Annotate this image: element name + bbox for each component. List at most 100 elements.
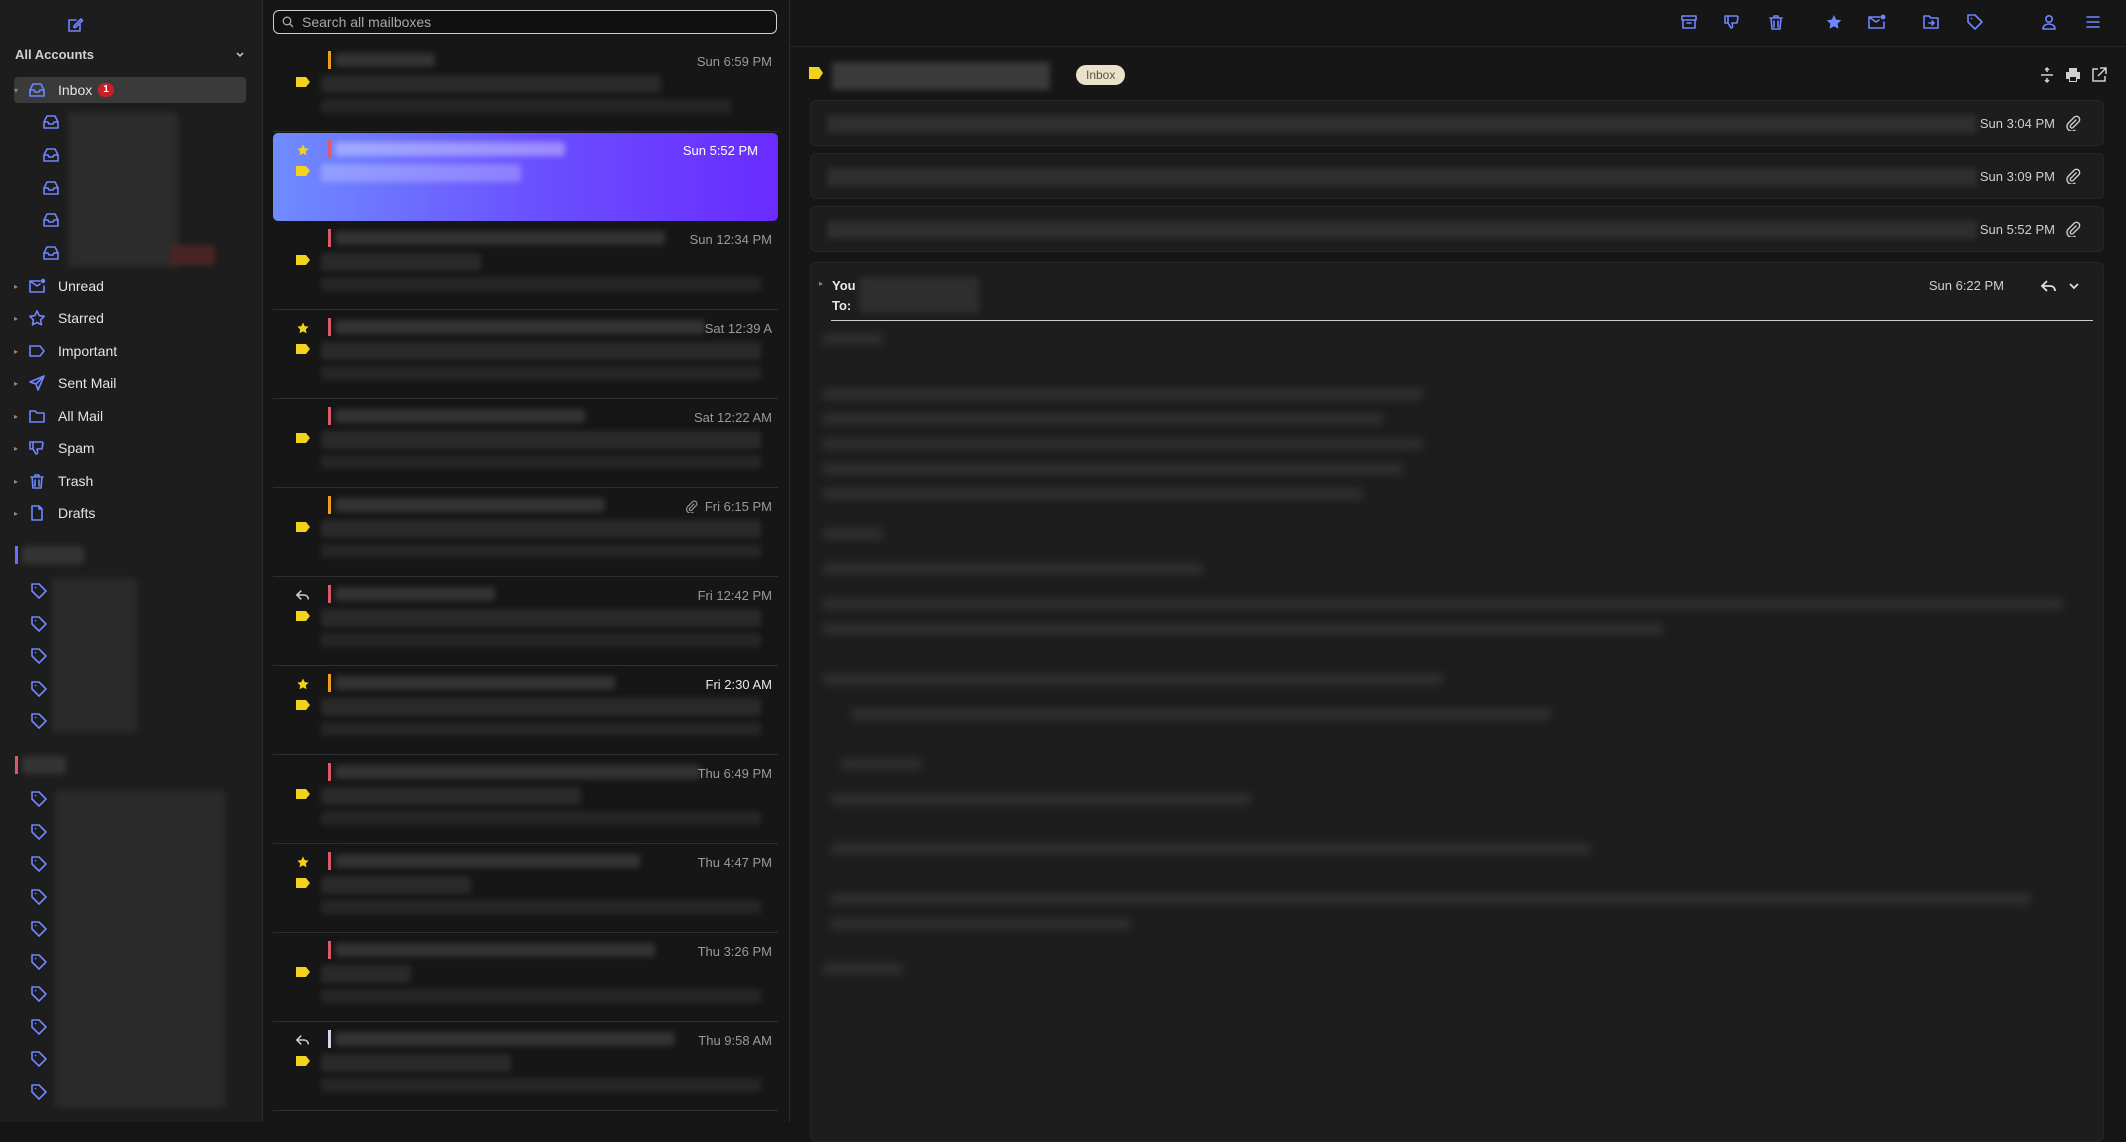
- message-row[interactable]: Sun 5:52 PM: [273, 133, 778, 221]
- delete-button[interactable]: [1765, 11, 1787, 33]
- important-tag-icon[interactable]: [295, 877, 311, 889]
- thread-message[interactable]: Sun 3:09 PM: [810, 153, 2104, 199]
- expand-triangle-icon[interactable]: ▸: [14, 347, 24, 356]
- tag-icon[interactable]: [30, 790, 48, 808]
- redacted-label-group-name[interactable]: [22, 546, 84, 564]
- search-box[interactable]: [273, 10, 777, 34]
- message-row[interactable]: Thu 4:47 PM: [273, 845, 778, 933]
- star-filled-icon[interactable]: [296, 143, 310, 157]
- tag-icon[interactable]: [30, 888, 48, 906]
- redacted-thread-summary: [827, 115, 1977, 133]
- important-tag-icon[interactable]: [295, 610, 311, 622]
- tag-icon[interactable]: [30, 920, 48, 938]
- account-button[interactable]: [2038, 11, 2060, 33]
- compose-icon[interactable]: [65, 15, 85, 35]
- folder-chip[interactable]: Inbox: [1076, 65, 1126, 85]
- tag-icon[interactable]: [30, 985, 48, 1003]
- menu-button[interactable]: [2082, 11, 2104, 33]
- important-tag-icon[interactable]: [295, 432, 311, 444]
- tag-icon[interactable]: [30, 680, 48, 698]
- sidebar-item-spam[interactable]: ▸ Spam: [14, 435, 246, 461]
- thread-message[interactable]: Sun 5:52 PM: [810, 206, 2104, 252]
- expand-triangle-icon[interactable]: ▸: [14, 314, 24, 323]
- print-button[interactable]: [2064, 66, 2082, 84]
- tag-icon[interactable]: [30, 855, 48, 873]
- accounts-label: All Accounts: [15, 47, 94, 62]
- star-filled-icon[interactable]: [296, 321, 310, 335]
- account-inbox-icon[interactable]: [42, 147, 62, 165]
- tag-icon[interactable]: [30, 615, 48, 633]
- tag-icon[interactable]: [30, 582, 48, 600]
- redacted-sender: [335, 409, 585, 423]
- collapse-triangle-icon[interactable]: ▸: [819, 279, 823, 288]
- expand-triangle-icon[interactable]: ▾: [14, 86, 24, 95]
- message-row[interactable]: Thu 3:26 PM: [273, 934, 778, 1022]
- label-button[interactable]: [1964, 11, 1986, 33]
- tag-icon[interactable]: [30, 953, 48, 971]
- message-row[interactable]: Fri 6:15 PM: [273, 489, 778, 577]
- sidebar-item-trash[interactable]: ▸ Trash: [14, 468, 246, 494]
- important-tag-icon[interactable]: [295, 76, 311, 88]
- tag-icon[interactable]: [30, 823, 48, 841]
- sidebar-item-important[interactable]: ▸ Important: [14, 338, 246, 364]
- search-input[interactable]: [300, 13, 744, 31]
- popout-button[interactable]: [2090, 66, 2108, 84]
- important-tag-icon[interactable]: [295, 521, 311, 533]
- expand-triangle-icon[interactable]: ▸: [14, 412, 24, 421]
- send-icon: [28, 374, 50, 392]
- important-tag-icon[interactable]: [295, 343, 311, 355]
- chevron-down-icon[interactable]: [235, 50, 245, 60]
- tag-icon[interactable]: [30, 647, 48, 665]
- move-to-folder-button[interactable]: [1920, 11, 1942, 33]
- sidebar-item-all-mail[interactable]: ▸ All Mail: [14, 403, 246, 429]
- important-tag-icon[interactable]: [295, 788, 311, 800]
- star-filled-icon[interactable]: [296, 677, 310, 691]
- redacted-label-group-name[interactable]: [22, 756, 66, 774]
- message-time: Sun 6:22 PM: [1928, 278, 2004, 293]
- archive-button[interactable]: [1678, 11, 1700, 33]
- important-tag-icon[interactable]: [295, 254, 311, 266]
- spam-button[interactable]: [1721, 11, 1743, 33]
- expand-triangle-icon[interactable]: ▸: [14, 509, 24, 518]
- more-options-button[interactable]: [2067, 279, 2081, 293]
- important-tag-icon[interactable]: [295, 165, 311, 177]
- expand-all-button[interactable]: [2038, 66, 2056, 84]
- account-inbox-icon[interactable]: [42, 114, 62, 132]
- message-row[interactable]: Sun 6:59 PM: [273, 44, 778, 132]
- account-inbox-icon[interactable]: [42, 180, 62, 198]
- star-filled-icon[interactable]: [296, 855, 310, 869]
- important-tag-icon[interactable]: [295, 966, 311, 978]
- tag-icon[interactable]: [30, 712, 48, 730]
- tag-icon[interactable]: [30, 1083, 48, 1101]
- to-label: To:: [832, 298, 852, 313]
- sidebar-item-inbox[interactable]: ▾ Inbox 1: [14, 77, 246, 103]
- account-inbox-icon[interactable]: [42, 245, 62, 263]
- expand-triangle-icon[interactable]: ▸: [14, 444, 24, 453]
- message-row[interactable]: Fri 2:30 AM: [273, 667, 778, 755]
- accounts-header[interactable]: All Accounts: [15, 47, 245, 67]
- sidebar-item-unread[interactable]: ▸ Unread: [14, 273, 246, 299]
- message-row[interactable]: Sat 12:22 AM: [273, 400, 778, 488]
- sidebar-item-sent[interactable]: ▸ Sent Mail: [14, 370, 246, 396]
- reply-button[interactable]: [2040, 277, 2058, 295]
- tag-icon[interactable]: [30, 1050, 48, 1068]
- message-row[interactable]: Thu 6:49 PM: [273, 756, 778, 844]
- message-row[interactable]: Sun 12:34 PM: [273, 222, 778, 310]
- sidebar-item-drafts[interactable]: ▸ Drafts: [14, 500, 246, 526]
- thread-message[interactable]: Sun 3:04 PM: [810, 100, 2104, 146]
- expand-triangle-icon[interactable]: ▸: [14, 477, 24, 486]
- message-row[interactable]: Sat 12:39 A: [273, 311, 778, 399]
- expand-triangle-icon[interactable]: ▸: [14, 379, 24, 388]
- mark-unread-button[interactable]: [1866, 11, 1888, 33]
- message-row[interactable]: Fri 12:42 PM: [273, 578, 778, 666]
- redacted-subject: [321, 876, 471, 894]
- sidebar-item-starred[interactable]: ▸ Starred: [14, 305, 246, 331]
- tag-icon[interactable]: [30, 1018, 48, 1036]
- message-time: Sat 12:39 A: [704, 321, 772, 336]
- important-tag-icon[interactable]: [295, 699, 311, 711]
- star-button[interactable]: [1823, 11, 1845, 33]
- account-inbox-icon[interactable]: [42, 212, 62, 230]
- expand-triangle-icon[interactable]: ▸: [14, 282, 24, 291]
- important-tag-icon[interactable]: [295, 1055, 311, 1067]
- message-row[interactable]: Thu 9:58 AM: [273, 1023, 778, 1111]
